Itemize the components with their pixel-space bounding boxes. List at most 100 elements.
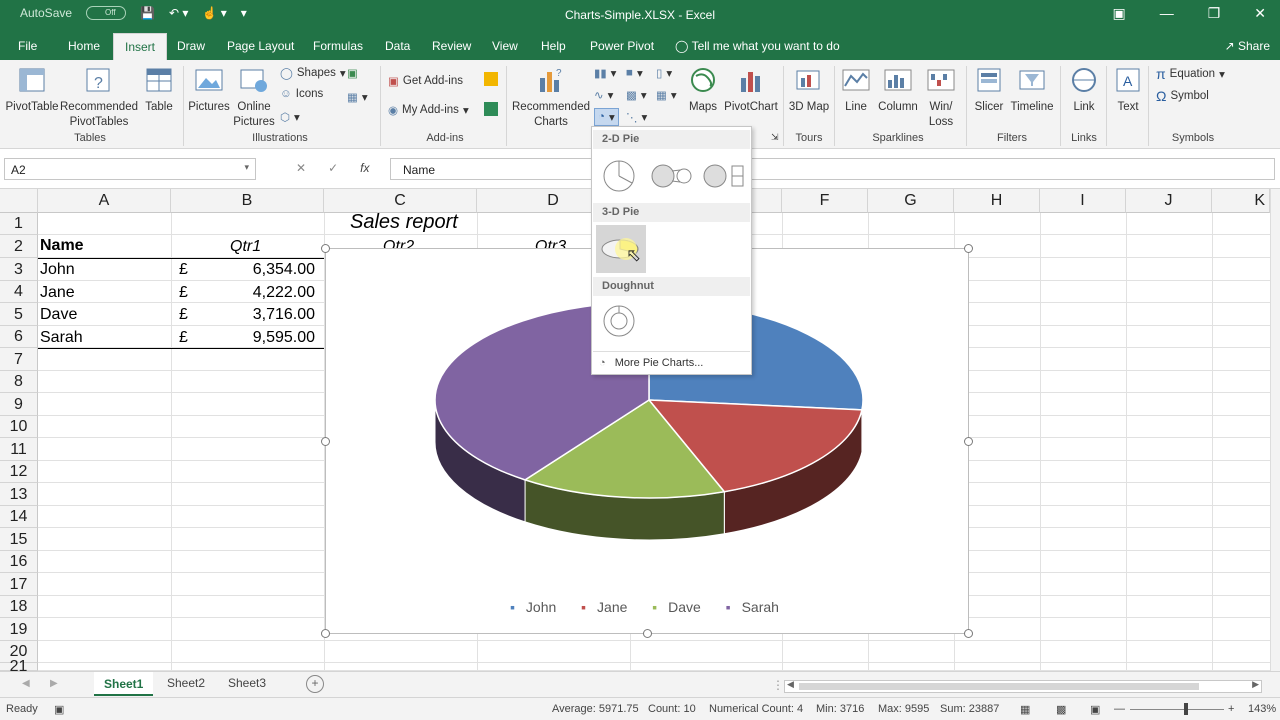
ribbon-display-icon[interactable]: ▣: [1112, 5, 1125, 22]
resize-handle[interactable]: [321, 629, 330, 638]
status-min[interactable]: Min: 3716: [816, 703, 864, 715]
resize-handle[interactable]: [964, 437, 973, 446]
tab-review[interactable]: Review: [432, 39, 471, 53]
cancel-icon[interactable]: ✕: [296, 161, 306, 177]
sheet-tab[interactable]: Sheet2: [167, 676, 205, 690]
recommended-pivottables-button[interactable]: ? Recommended PivotTables: [60, 66, 138, 130]
cell-value[interactable]: 3,716.00: [200, 306, 315, 324]
doughnut-option[interactable]: [602, 304, 636, 341]
tell-me-search[interactable]: ◯ Tell me what you want to do: [675, 39, 840, 53]
row-header[interactable]: 21: [0, 659, 38, 675]
3d-models-button[interactable]: ⬡ ▾: [280, 110, 300, 124]
zoom-level[interactable]: 143%: [1248, 703, 1276, 715]
row-header[interactable]: 14: [0, 506, 38, 528]
resize-handle[interactable]: [643, 629, 652, 638]
row-header[interactable]: 13: [0, 483, 38, 506]
column-header-i[interactable]: I: [1040, 189, 1126, 213]
formula-input[interactable]: Name: [390, 158, 1275, 180]
macro-record-icon[interactable]: ▣: [54, 703, 64, 716]
pivotchart-button[interactable]: PivotChart: [722, 66, 780, 115]
horizontal-scrollbar[interactable]: ◀ ▶: [784, 679, 1262, 693]
hierarchy-chart-dropdown[interactable]: ■ ▾: [626, 66, 643, 80]
tab-power-pivot[interactable]: Power Pivot: [590, 39, 654, 53]
more-pie-charts-link[interactable]: ◔ More Pie Charts...: [593, 351, 750, 374]
row-header[interactable]: 12: [0, 461, 38, 483]
chart-legend[interactable]: ▪ John ▪ Jane ▪ Dave ▪ Sarah: [326, 599, 970, 615]
row-header[interactable]: 6: [0, 326, 38, 348]
column-header-h[interactable]: H: [954, 189, 1040, 213]
legend-item-jane[interactable]: ▪ Jane: [581, 599, 634, 615]
equation-button[interactable]: π Equation ▾: [1156, 66, 1225, 82]
scroll-right-icon[interactable]: ▶: [50, 678, 58, 689]
sheet-tab[interactable]: Sheet1: [94, 672, 154, 696]
sparkline-winloss-button[interactable]: Win/ Loss: [924, 66, 958, 130]
add-sheet-icon[interactable]: +: [306, 675, 324, 693]
status-average[interactable]: Average: 5971.75: [552, 703, 639, 715]
zoom-slider[interactable]: [1130, 709, 1224, 710]
scroll-left-arrow-icon[interactable]: ◀: [787, 679, 794, 690]
status-count[interactable]: Count: 10: [648, 703, 696, 715]
close-icon[interactable]: ✕: [1254, 5, 1266, 22]
scroll-left-icon[interactable]: ◀: [22, 678, 30, 689]
cell-d2-qtr3[interactable]: Qtr3: [535, 238, 566, 248]
cell-b2-qtr1[interactable]: Qtr1: [230, 238, 261, 256]
page-break-view-icon[interactable]: ▣: [1090, 703, 1100, 716]
column-chart-dropdown[interactable]: ▮▮ ▾: [594, 66, 616, 80]
cell-name[interactable]: John: [40, 261, 75, 279]
pie-2d-option[interactable]: [602, 159, 636, 196]
sparkline-column-button[interactable]: Column: [876, 66, 920, 115]
pictures-button[interactable]: Pictures: [186, 66, 232, 115]
row-header[interactable]: 5: [0, 303, 38, 326]
scroll-right-arrow-icon[interactable]: ▶: [1252, 679, 1259, 690]
pie-of-pie-option[interactable]: [650, 163, 696, 192]
normal-view-icon[interactable]: ▦: [1020, 703, 1030, 716]
insert-function-button[interactable]: fx: [360, 161, 369, 177]
status-max[interactable]: Max: 9595: [878, 703, 929, 715]
row-header[interactable]: 18: [0, 596, 38, 618]
zoom-in-icon[interactable]: +: [1228, 703, 1234, 715]
scrollbar-thumb[interactable]: [799, 683, 1199, 690]
status-sum[interactable]: Sum: 23887: [940, 703, 999, 715]
resize-handle[interactable]: [964, 629, 973, 638]
screenshot-button[interactable]: ▦ ▾: [347, 90, 368, 104]
select-all-corner[interactable]: [0, 189, 38, 213]
pie-chart-dropdown[interactable]: ◔ ▾: [594, 108, 619, 126]
scatter-chart-dropdown[interactable]: ⋱ ▾: [626, 110, 647, 124]
tab-view[interactable]: View: [492, 39, 518, 53]
row-header[interactable]: 3: [0, 258, 38, 281]
tab-splitter-icon[interactable]: ⋮: [772, 678, 784, 692]
sheet-tab[interactable]: Sheet3: [228, 676, 266, 690]
row-header[interactable]: 17: [0, 573, 38, 596]
restore-icon[interactable]: ❐: [1208, 5, 1221, 22]
zoom-slider-thumb[interactable]: [1184, 703, 1188, 715]
my-addins-button[interactable]: ◉ My Add-ins ▾: [388, 103, 469, 117]
tab-file[interactable]: File: [18, 39, 37, 53]
column-header-k[interactable]: K: [1212, 189, 1270, 213]
cell-name[interactable]: Jane: [40, 284, 75, 302]
tab-data[interactable]: Data: [385, 39, 410, 53]
row-header[interactable]: 9: [0, 393, 38, 416]
row-header[interactable]: 8: [0, 371, 38, 393]
cell-value[interactable]: 6,354.00: [200, 261, 315, 279]
smartart-button[interactable]: ▣: [347, 66, 358, 80]
column-header-c[interactable]: C: [324, 189, 477, 213]
legend-item-dave[interactable]: ▪ Dave: [652, 599, 708, 615]
bing-icon[interactable]: [484, 72, 498, 86]
resize-handle[interactable]: [321, 437, 330, 446]
tab-home[interactable]: Home: [68, 39, 100, 53]
legend-item-john[interactable]: ▪ John: [510, 599, 563, 615]
row-header[interactable]: 1: [0, 213, 38, 235]
tab-formulas[interactable]: Formulas: [313, 39, 363, 53]
vertical-scrollbar[interactable]: [1270, 189, 1280, 671]
waterfall-chart-dropdown[interactable]: ▩ ▾: [626, 88, 647, 102]
people-graph-icon[interactable]: [484, 102, 498, 116]
page-layout-view-icon[interactable]: ▩: [1056, 703, 1066, 716]
icons-button[interactable]: ☺ Icons: [280, 88, 323, 100]
combo-chart-dropdown[interactable]: ▦ ▾: [656, 88, 677, 102]
enter-icon[interactable]: ✓: [328, 161, 338, 177]
recommended-charts-button[interactable]: ? Recommended Charts: [510, 66, 592, 130]
tab-draw[interactable]: Draw: [177, 39, 205, 53]
sparkline-line-button[interactable]: Line: [838, 66, 874, 115]
row-header[interactable]: 16: [0, 551, 38, 573]
cell-value[interactable]: 4,222.00: [200, 284, 315, 302]
